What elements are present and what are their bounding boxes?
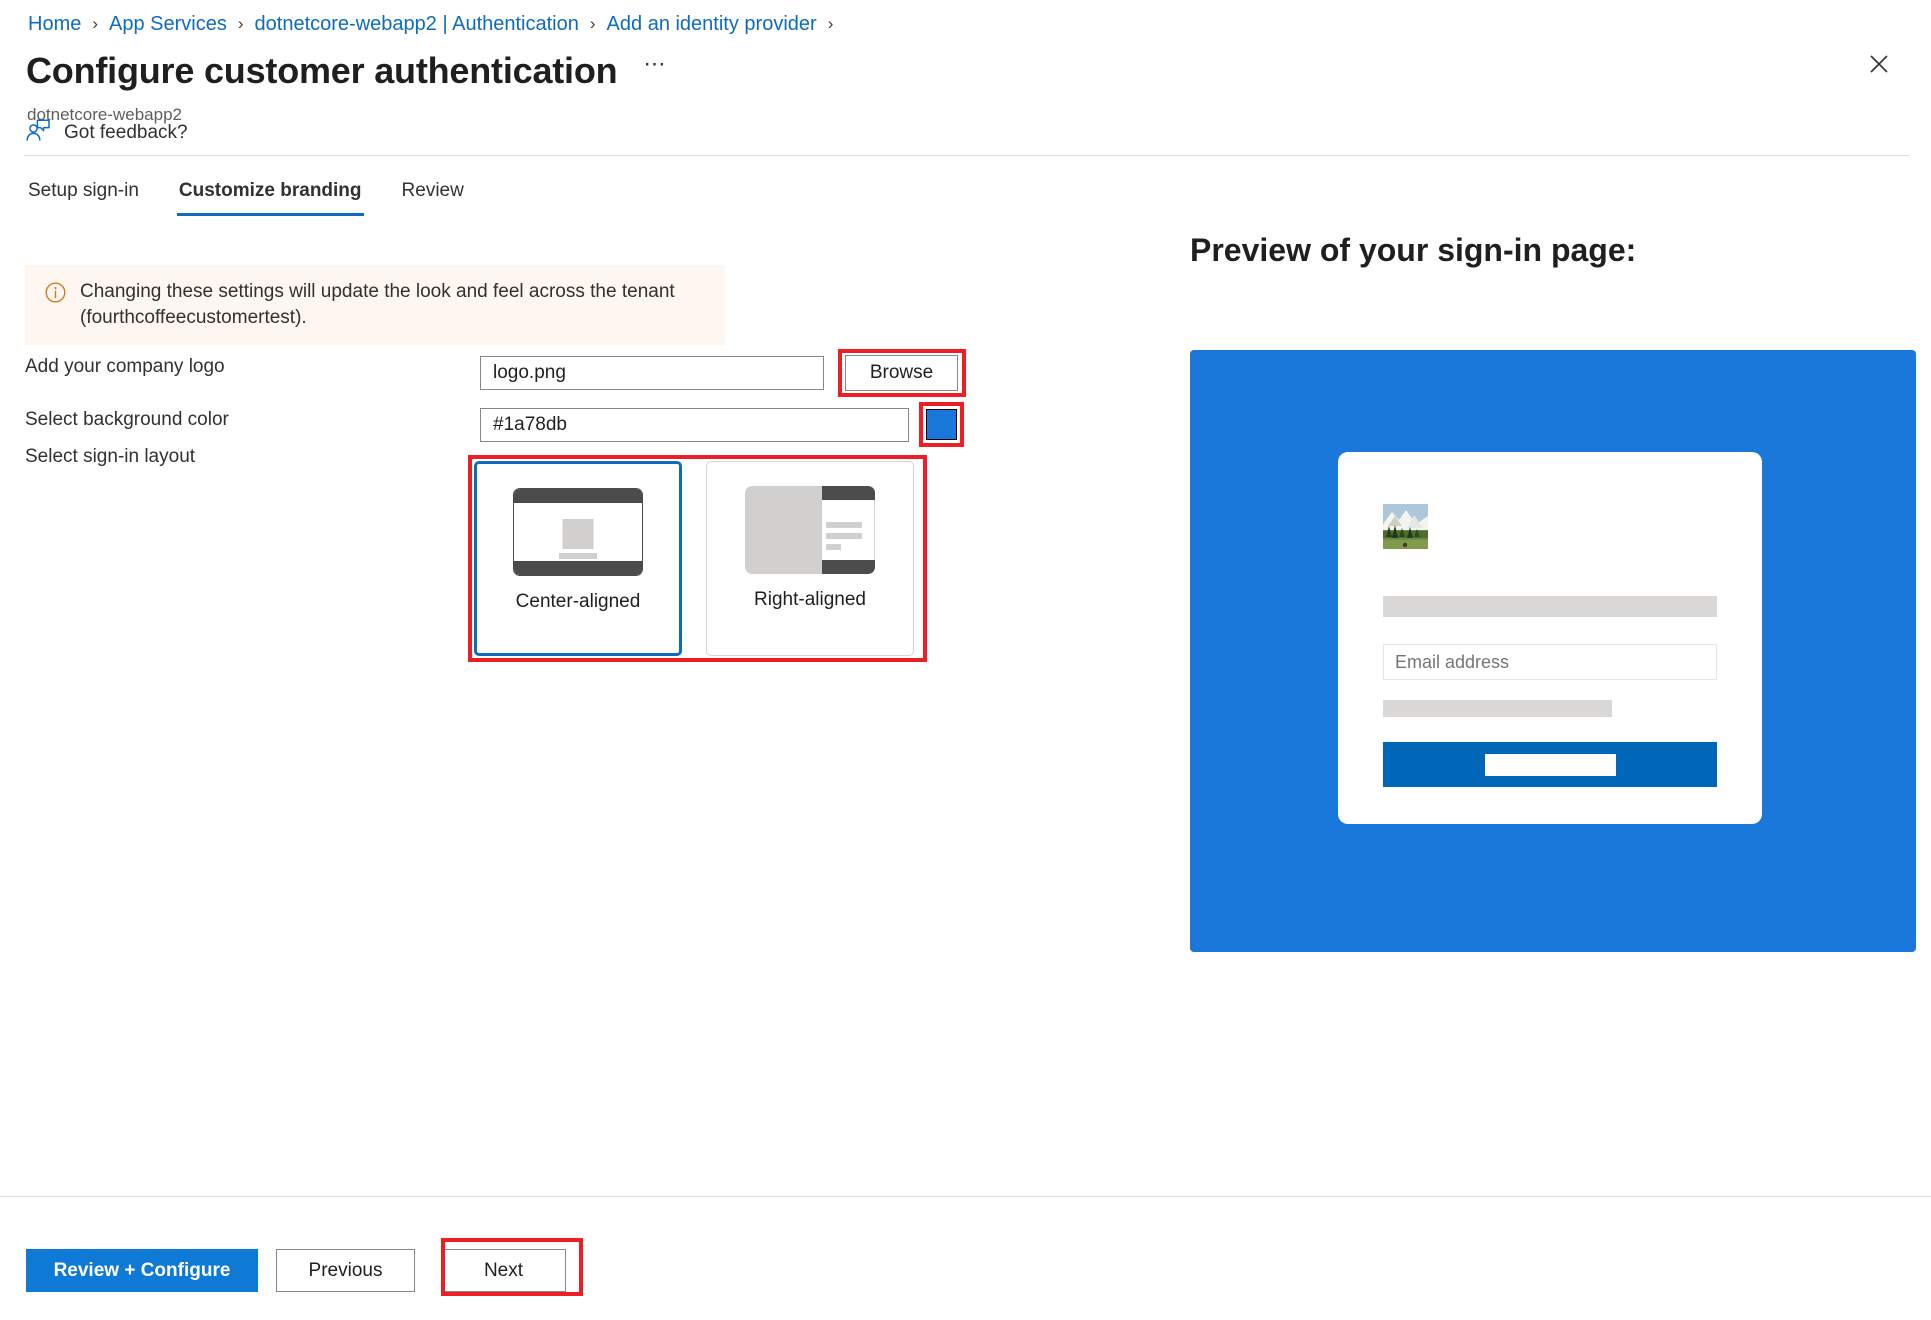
more-options-button[interactable]: ⋯ xyxy=(643,53,667,89)
breadcrumb-item-home[interactable]: Home xyxy=(28,10,81,38)
next-button[interactable]: Next xyxy=(441,1249,566,1292)
command-bar-divider xyxy=(24,155,1909,156)
center-aligned-thumbnail-icon xyxy=(513,488,643,576)
browse-button[interactable]: Browse xyxy=(845,355,958,391)
footer-divider xyxy=(0,1196,1931,1197)
background-color-swatch[interactable] xyxy=(926,409,957,440)
breadcrumb-separator-icon: › xyxy=(237,14,244,33)
preview-skeleton-title xyxy=(1383,596,1717,617)
feedback-person-icon xyxy=(25,118,51,149)
layout-option-right-aligned[interactable]: Right-aligned xyxy=(706,461,914,656)
tab-list: Setup sign-in Customize branding Review xyxy=(26,173,502,216)
layout-option-center-aligned[interactable]: Center-aligned xyxy=(474,461,682,656)
footer-actions: Review + Configure Previous Next xyxy=(26,1249,566,1292)
preview-signin-button[interactable] xyxy=(1383,742,1717,787)
tab-customize-branding[interactable]: Customize branding xyxy=(176,173,364,216)
breadcrumb-item-authentication[interactable]: dotnetcore-webapp2 | Authentication xyxy=(255,10,579,38)
breadcrumb: Home › App Services › dotnetcore-webapp2… xyxy=(28,10,844,38)
tab-review[interactable]: Review xyxy=(400,173,466,216)
background-color-input[interactable] xyxy=(480,408,909,442)
close-icon[interactable] xyxy=(1857,42,1901,86)
background-color-label: Select background color xyxy=(25,409,229,430)
tab-setup-sign-in[interactable]: Setup sign-in xyxy=(26,173,141,216)
page-title: Configure customer authentication xyxy=(26,50,618,91)
breadcrumb-separator-icon: › xyxy=(827,14,834,33)
got-feedback-button[interactable]: Got feedback? xyxy=(25,114,188,152)
info-circle-icon xyxy=(45,282,66,331)
preview-logo-image xyxy=(1383,504,1428,549)
info-banner: Changing these settings will update the … xyxy=(25,265,725,345)
preview-signin-card xyxy=(1338,452,1762,824)
preview-email-input[interactable] xyxy=(1383,644,1717,680)
preview-signin-button-skeleton xyxy=(1484,753,1616,776)
got-feedback-label: Got feedback? xyxy=(64,122,188,143)
layout-option-label: Right-aligned xyxy=(754,589,866,610)
review-configure-button[interactable]: Review + Configure xyxy=(26,1249,258,1292)
sign-in-layout-label: Select sign-in layout xyxy=(25,446,196,467)
layout-option-label: Center-aligned xyxy=(515,591,641,612)
previous-button[interactable]: Previous xyxy=(276,1249,415,1292)
preview-skeleton-subtext xyxy=(1383,700,1612,717)
preview-heading: Preview of your sign-in page: xyxy=(1190,232,1637,268)
breadcrumb-separator-icon: › xyxy=(589,14,596,33)
company-logo-label: Add your company logo xyxy=(25,356,225,377)
sign-in-layout-options: Center-aligned Right-aligned xyxy=(474,461,914,656)
breadcrumb-separator-icon: › xyxy=(92,14,99,33)
company-logo-input[interactable] xyxy=(480,356,824,390)
info-banner-text: Changing these settings will update the … xyxy=(80,281,675,328)
breadcrumb-item-app-services[interactable]: App Services xyxy=(109,10,227,38)
page-title-row: Configure customer authentication ⋯ xyxy=(26,49,667,93)
breadcrumb-item-add-identity-provider[interactable]: Add an identity provider xyxy=(607,10,817,38)
right-aligned-thumbnail-icon xyxy=(745,486,875,574)
